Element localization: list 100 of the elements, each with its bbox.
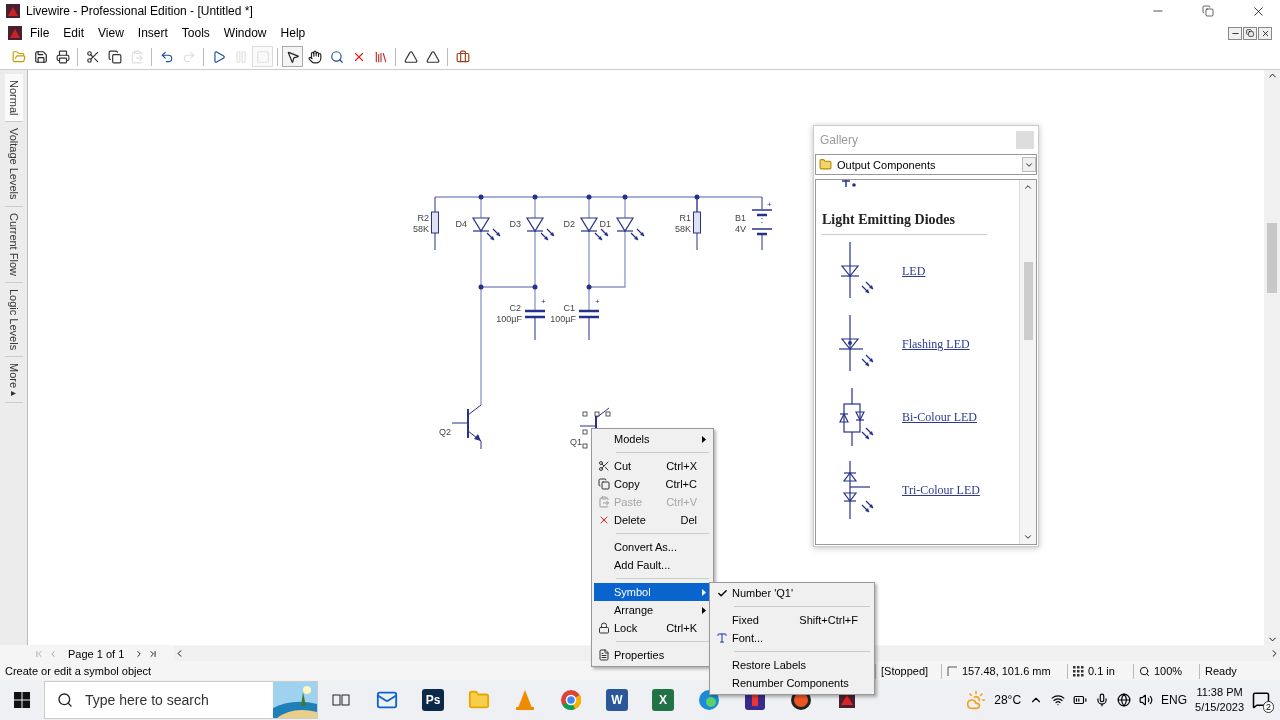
restore-button[interactable]	[1243, 26, 1257, 40]
triangle-icon	[403, 49, 418, 64]
restore-icon	[1202, 5, 1214, 17]
menu-item[interactable]: File	[24, 24, 56, 42]
menu-item[interactable]: Cut Ctrl+X	[594, 457, 711, 475]
menu-item[interactable]: Font...	[712, 629, 872, 647]
scroll-thumb[interactable]	[1267, 222, 1277, 293]
scroll-thumb[interactable]	[1023, 262, 1033, 340]
coordinates-icon	[947, 665, 958, 677]
junction-dot	[694, 194, 700, 200]
category-dropdown[interactable]: Output Components	[815, 154, 1037, 175]
menu-item[interactable]: Symbol	[594, 583, 711, 601]
menu-item[interactable]: Help	[274, 24, 312, 42]
zoom-icon	[329, 49, 344, 64]
junction-dot	[478, 284, 484, 290]
folder-icon	[468, 689, 490, 711]
junction-dot	[586, 284, 592, 290]
microphone-icon	[1095, 693, 1110, 707]
menu-item[interactable]: Window	[217, 24, 273, 42]
component-label: D4	[455, 219, 467, 229]
books-icon	[373, 49, 388, 64]
submenu-arrow-icon	[702, 435, 706, 443]
photoshop-icon: Ps	[422, 689, 444, 711]
windows-icon	[14, 692, 30, 708]
last-page-icon[interactable]	[148, 648, 159, 659]
menu-item[interactable]: Models	[594, 430, 711, 448]
open-icon	[11, 49, 26, 64]
word-icon: W	[606, 689, 628, 711]
menu-item[interactable]: Arrange	[594, 601, 711, 619]
menu-item[interactable]: Convert As...	[594, 538, 711, 556]
copy-icon	[598, 478, 610, 490]
excel-icon: X	[652, 689, 674, 711]
component-link[interactable]: Bi-Colour LED	[902, 410, 977, 425]
component-label: 100µF	[496, 314, 522, 324]
component-label: B1	[735, 213, 746, 223]
menu-item[interactable]: Edit	[57, 24, 91, 42]
component-link[interactable]: Flashing LED	[902, 337, 970, 352]
paste-icon	[598, 496, 610, 508]
zoom-icon	[1139, 665, 1150, 677]
junction-dot	[532, 194, 538, 200]
weather-icon	[966, 690, 987, 710]
pointer-button[interactable]	[282, 46, 303, 67]
component-label: Q1	[570, 437, 582, 447]
search-field[interactable]: Type here to search	[83, 691, 277, 709]
partial-symbol-icon	[842, 180, 856, 187]
component-label: D1	[599, 219, 611, 229]
taskbar-app[interactable]: Ps	[410, 680, 456, 720]
task-view-icon	[332, 692, 350, 708]
triangle-icon	[425, 49, 440, 64]
network-icon	[1051, 693, 1066, 707]
menu-item[interactable]: Restore Labels	[712, 656, 872, 674]
print-icon	[55, 49, 70, 64]
menu-item[interactable]: View	[92, 24, 130, 42]
menu-item[interactable]: Fixed Shift+Ctrl+F	[712, 611, 872, 629]
view-tab[interactable]: Voltage Levels	[4, 122, 23, 207]
status-text: Ready	[1199, 663, 1270, 679]
menu-item[interactable]: Renumber Components	[712, 674, 872, 692]
menu-item[interactable]: Insert	[131, 24, 174, 42]
menu-item[interactable]: Lock Ctrl+K	[594, 619, 711, 637]
search-box[interactable]: Type here to search	[44, 681, 318, 719]
grid-size: 0.1 in	[1088, 665, 1115, 677]
search-icon	[57, 692, 73, 708]
restore-icon	[1246, 29, 1254, 37]
panel-title: Gallery	[820, 133, 858, 147]
view-tab[interactable]: Current Flow	[4, 207, 23, 283]
clock-date: 5/15/2023	[1195, 700, 1244, 715]
menu-item[interactable]: Copy Ctrl+C	[594, 475, 711, 493]
junction-dot	[532, 284, 538, 290]
component-link[interactable]: LED	[902, 264, 926, 279]
paste-icon	[129, 49, 144, 64]
document-icon	[8, 26, 22, 40]
notifications-icon[interactable]	[1252, 691, 1270, 709]
view-tab[interactable]: Normal	[4, 74, 23, 123]
component-label: D3	[509, 219, 521, 229]
submenu-arrow-icon	[702, 606, 706, 614]
menu-item[interactable]: Number 'Q1'	[712, 584, 872, 602]
page-indicator: Page 1 of 1	[68, 647, 125, 660]
copy-icon	[107, 49, 122, 64]
scroll-up-icon	[1023, 182, 1033, 192]
submenu-arrow-icon	[702, 588, 706, 596]
close-button[interactable]	[1258, 26, 1272, 40]
view-tab[interactable]: More	[4, 357, 23, 404]
polarity-label: +	[767, 200, 772, 209]
menu-item[interactable]: Tools	[175, 24, 216, 42]
menu-item[interactable]: Add Fault...	[594, 556, 711, 574]
close-icon	[1260, 28, 1270, 38]
taskbar-app[interactable]: X	[640, 680, 686, 720]
minimize-button[interactable]	[1228, 26, 1242, 40]
lock-icon	[598, 622, 610, 634]
view-tab[interactable]: Logic Levels	[4, 283, 23, 358]
caret-icon	[11, 391, 16, 397]
component-label: 4V	[735, 224, 746, 234]
menu-item[interactable]: Properties	[594, 646, 711, 664]
window-title: Livewire - Professional Edition - [Untitled *]	[26, 4, 254, 18]
battery-icon	[1073, 693, 1088, 707]
polarity-label: +	[541, 297, 546, 306]
taskbar-app[interactable]: W	[594, 680, 640, 720]
clock-time: 11:38 PM	[1196, 685, 1243, 700]
menu-item[interactable]: Delete Del	[594, 511, 711, 529]
component-link[interactable]: Tri-Colour LED	[902, 483, 980, 498]
